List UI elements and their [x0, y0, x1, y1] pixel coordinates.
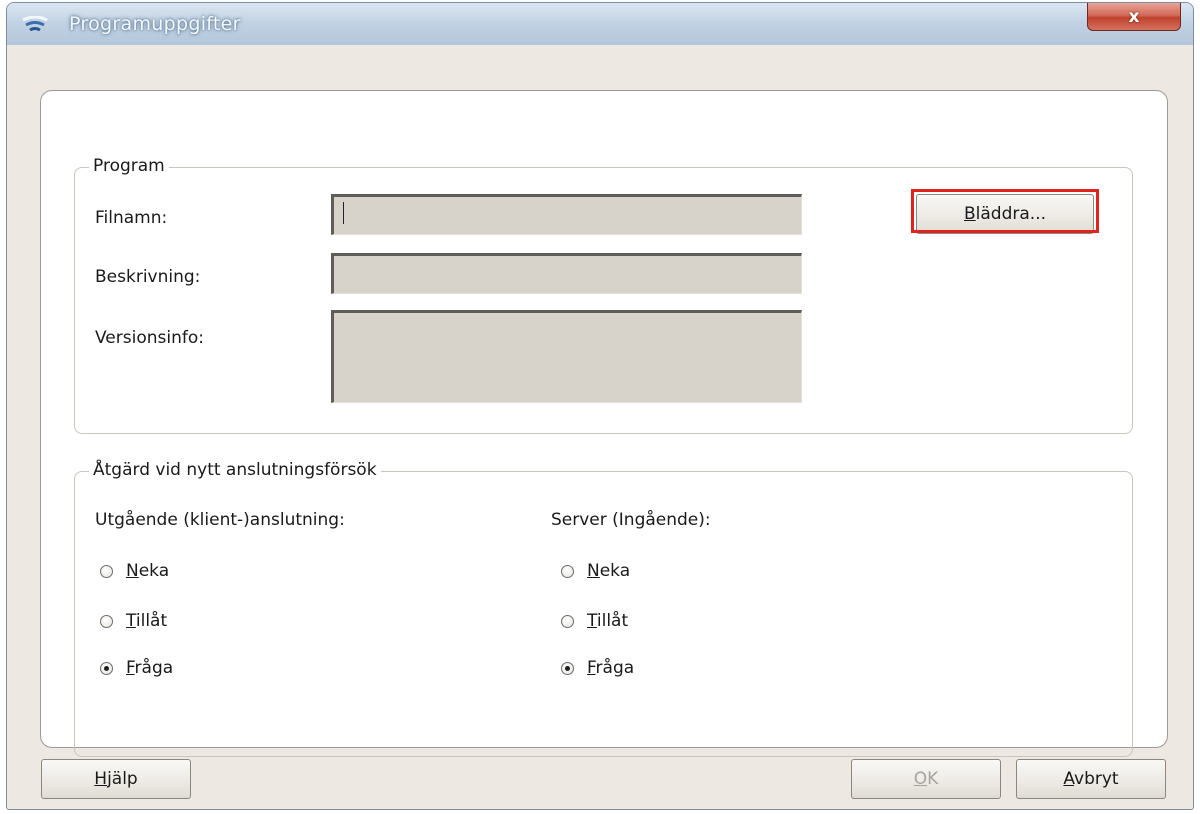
- content-panel: Program Filnamn: Beskrivning: Versionsin…: [40, 90, 1168, 757]
- version-info-label: Versionsinfo:: [95, 328, 204, 348]
- help-button-label: Hjälp: [94, 769, 138, 789]
- outgoing-allow-radio[interactable]: Tillåt: [100, 611, 167, 631]
- window-title: Programuppgifter: [69, 13, 241, 35]
- incoming-allow-radio[interactable]: Tillåt: [561, 611, 628, 631]
- incoming-deny-radio[interactable]: Neka: [561, 561, 630, 581]
- outgoing-deny-label: Neka: [126, 561, 170, 581]
- close-icon: x: [1128, 6, 1140, 27]
- ok-button[interactable]: OK: [851, 759, 1001, 799]
- dialog-client-area: Program Filnamn: Beskrivning: Versionsin…: [16, 45, 1184, 801]
- ok-button-label: OK: [913, 769, 939, 789]
- filename-label: Filnamn:: [95, 208, 168, 228]
- incoming-ask-label: Fråga: [587, 658, 635, 678]
- version-info-field[interactable]: [331, 310, 802, 403]
- radio-icon: [561, 564, 574, 578]
- description-field[interactable]: [331, 253, 802, 294]
- program-details-dialog: Programuppgifter x Program Filnamn: Besk…: [6, 2, 1194, 810]
- incoming-deny-label: Neka: [587, 561, 631, 581]
- outgoing-heading: Utgående (klient-)anslutning:: [95, 510, 345, 530]
- radio-selected-icon: [561, 661, 574, 675]
- text-caret: [343, 202, 344, 224]
- incoming-ask-radio[interactable]: Fråga: [561, 658, 634, 678]
- radio-icon: [561, 614, 574, 628]
- connection-action-legend: Åtgärd vid nytt anslutningsförsök: [89, 460, 381, 480]
- radio-icon: [100, 614, 113, 628]
- browse-button-highlight: [911, 189, 1099, 233]
- cancel-button[interactable]: Avbryt: [1016, 759, 1166, 799]
- help-button[interactable]: Hjälp: [41, 759, 191, 799]
- program-group-legend: Program: [89, 156, 169, 176]
- radio-icon: [100, 564, 113, 578]
- close-button[interactable]: x: [1087, 3, 1181, 31]
- radio-selected-icon: [100, 661, 113, 675]
- outgoing-ask-radio[interactable]: Fråga: [100, 658, 173, 678]
- outgoing-ask-label: Fråga: [126, 658, 174, 678]
- firewall-app-icon: [22, 16, 48, 32]
- outgoing-allow-label: Tillåt: [126, 611, 168, 631]
- cancel-button-label: Avbryt: [1063, 769, 1119, 789]
- outgoing-deny-radio[interactable]: Neka: [100, 561, 169, 581]
- description-label: Beskrivning:: [95, 267, 201, 287]
- title-bar[interactable]: Programuppgifter x: [7, 3, 1193, 45]
- incoming-heading: Server (Ingående):: [551, 510, 711, 530]
- incoming-allow-label: Tillåt: [587, 611, 629, 631]
- filename-field[interactable]: [331, 194, 802, 235]
